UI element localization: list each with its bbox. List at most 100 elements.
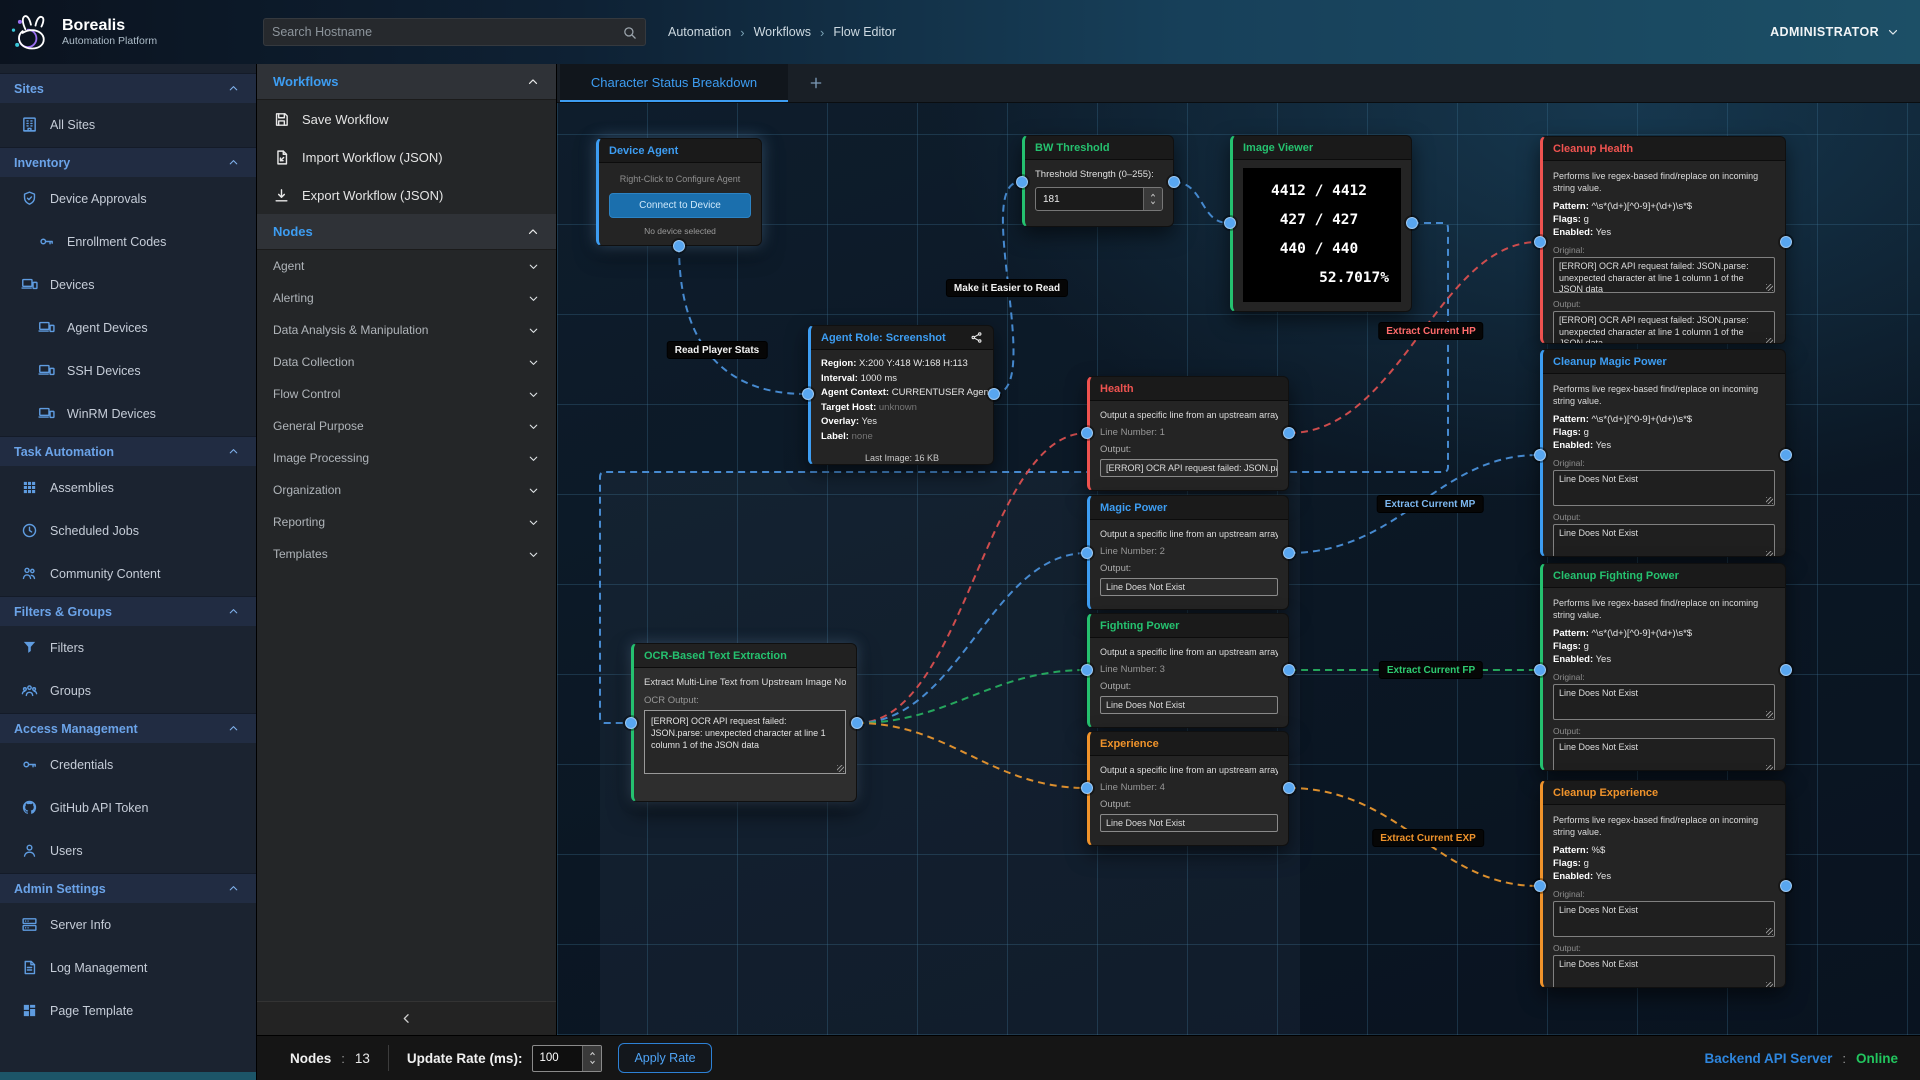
sidebar-item[interactable]: Enrollment Codes (0, 220, 256, 263)
edge-label[interactable]: Extract Current MP (1377, 495, 1484, 513)
sidebar-item[interactable]: Groups (0, 669, 256, 712)
threshold-input[interactable] (1035, 187, 1163, 211)
edge-label[interactable]: Extract Current FP (1379, 661, 1483, 679)
sidebar-item[interactable]: WinRM Devices (0, 392, 256, 435)
output-textarea[interactable]: Line Does Not Exist (1553, 955, 1775, 988)
original-textarea[interactable]: Line Does Not Exist (1553, 901, 1775, 937)
breadcrumb-item[interactable]: Workflows (754, 25, 811, 39)
connection-handle[interactable] (1283, 547, 1295, 559)
panel-action[interactable]: Save Workflow (257, 100, 556, 138)
breadcrumb-item[interactable]: Flow Editor (833, 25, 896, 39)
connection-handle[interactable] (1534, 880, 1546, 892)
edge-label[interactable]: Extract Current EXP (1372, 829, 1484, 847)
connection-handle[interactable] (1283, 782, 1295, 794)
sidebar-section-header[interactable]: Task Automation (0, 436, 256, 466)
number-stepper[interactable] (1143, 188, 1162, 210)
output-field[interactable]: Line Does Not Exist (1100, 696, 1278, 714)
output-textarea[interactable]: [ERROR] OCR API request failed: JSON.par… (1553, 311, 1775, 344)
sidebar-item[interactable]: All Sites (0, 103, 256, 146)
edge-label[interactable]: Make it Easier to Read (946, 279, 1068, 297)
sidebar-item[interactable]: Users (0, 829, 256, 872)
node-category[interactable]: Image Processing (257, 442, 556, 474)
sidebar-item[interactable]: Assemblies (0, 466, 256, 509)
sidebar-item[interactable]: GitHub API Token (0, 786, 256, 829)
user-menu[interactable]: ADMINISTRATOR (1770, 25, 1900, 39)
connection-handle[interactable] (1780, 664, 1792, 676)
sidebar-section-header[interactable]: Filters & Groups (0, 596, 256, 626)
flow-node-cleanup-fighting-power[interactable]: Cleanup Fighting PowerPerforms live rege… (1540, 563, 1786, 771)
sidebar-item[interactable]: Log Management (0, 946, 256, 989)
breadcrumb-item[interactable]: Automation (668, 25, 731, 39)
output-textarea[interactable]: Line Does Not Exist (1553, 524, 1775, 557)
connection-handle[interactable] (1534, 664, 1546, 676)
flow-node-experience[interactable]: ExperienceOutput a specific line from an… (1087, 731, 1289, 846)
flow-canvas[interactable]: Device AgentRight-Click to Configure Age… (557, 103, 1920, 1035)
ocr-output-textarea[interactable]: [ERROR] OCR API request failed: JSON.par… (644, 710, 846, 774)
flow-node-cleanup-magic-power[interactable]: Cleanup Magic PowerPerforms live regex-b… (1540, 349, 1786, 557)
flow-node-health[interactable]: HealthOutput a specific line from an ups… (1087, 376, 1289, 491)
sidebar-item[interactable]: SSH Devices (0, 349, 256, 392)
sidebar-item[interactable]: Agent Devices (0, 306, 256, 349)
connection-handle[interactable] (1534, 236, 1546, 248)
connection-handle[interactable] (1406, 217, 1418, 229)
sidebar-section-header[interactable]: Inventory (0, 147, 256, 177)
update-rate-field[interactable] (533, 1046, 582, 1071)
sidebar-item[interactable]: Page Template (0, 989, 256, 1032)
share-icon[interactable] (970, 331, 983, 344)
sidebar-section-header[interactable]: Sites (0, 73, 256, 103)
hostname-search[interactable] (263, 18, 646, 46)
connection-handle[interactable] (1081, 782, 1093, 794)
collapse-panel-button[interactable] (257, 1001, 556, 1035)
node-category[interactable]: Flow Control (257, 378, 556, 410)
flow-node-device-agent[interactable]: Device AgentRight-Click to Configure Age… (596, 138, 762, 246)
node-category[interactable]: General Purpose (257, 410, 556, 442)
connection-handle[interactable] (1081, 427, 1093, 439)
search-icon[interactable] (622, 25, 637, 40)
connection-handle[interactable] (1283, 664, 1295, 676)
connection-handle[interactable] (1534, 449, 1546, 461)
flow-node-fighting-power[interactable]: Fighting PowerOutput a specific line fro… (1087, 613, 1289, 728)
original-textarea[interactable]: Line Does Not Exist (1553, 684, 1775, 720)
sidebar-section-header[interactable]: Admin Settings (0, 873, 256, 903)
threshold-value-field[interactable] (1036, 188, 1143, 210)
flow-node-image-viewer[interactable]: Image Viewer4412 / 4412427 / 427440 / 44… (1230, 135, 1412, 312)
connection-handle[interactable] (1283, 427, 1295, 439)
flow-node-agent-role-screenshot[interactable]: Agent Role: ScreenshotRegion: X:200 Y:41… (808, 325, 994, 465)
sidebar-section-header[interactable]: Access Management (0, 713, 256, 743)
flow-node-magic-power[interactable]: Magic PowerOutput a specific line from a… (1087, 495, 1289, 610)
connection-handle[interactable] (802, 388, 814, 400)
update-rate-input[interactable] (532, 1045, 602, 1072)
node-category[interactable]: Organization (257, 474, 556, 506)
flow-node-cleanup-health[interactable]: Cleanup HealthPerforms live regex-based … (1540, 136, 1786, 344)
node-category[interactable]: Data Collection (257, 346, 556, 378)
connection-handle[interactable] (1780, 880, 1792, 892)
edge-label[interactable]: Read Player Stats (667, 341, 768, 359)
output-field[interactable]: [ERROR] OCR API request failed: JSON.par… (1100, 459, 1278, 477)
flow-node-cleanup-experience[interactable]: Cleanup ExperiencePerforms live regex-ba… (1540, 780, 1786, 988)
connect-to-device-button[interactable]: Connect to Device (609, 193, 751, 218)
connection-handle[interactable] (1168, 176, 1180, 188)
connection-handle[interactable] (1081, 664, 1093, 676)
panel-action[interactable]: Import Workflow (JSON) (257, 138, 556, 176)
node-category[interactable]: Data Analysis & Manipulation (257, 314, 556, 346)
apply-rate-button[interactable]: Apply Rate (618, 1043, 711, 1073)
sidebar-item[interactable]: Filters (0, 626, 256, 669)
connection-handle[interactable] (1016, 176, 1028, 188)
node-category[interactable]: Alerting (257, 282, 556, 314)
sidebar-item[interactable]: Community Content (0, 552, 256, 595)
connection-handle[interactable] (1224, 217, 1236, 229)
connection-handle[interactable] (625, 717, 637, 729)
flow-node-ocr-text-extraction[interactable]: OCR-Based Text ExtractionExtract Multi-L… (631, 643, 857, 802)
search-input[interactable] (272, 25, 622, 39)
sidebar-item[interactable]: Server Info (0, 903, 256, 946)
add-tab-button[interactable] (788, 64, 844, 102)
sidebar-item[interactable]: Credentials (0, 743, 256, 786)
tab-character-status-breakdown[interactable]: Character Status Breakdown (560, 64, 788, 102)
panel-action[interactable]: Export Workflow (JSON) (257, 176, 556, 214)
sidebar-scrollbar[interactable] (0, 1072, 256, 1080)
connection-handle[interactable] (1081, 547, 1093, 559)
output-textarea[interactable]: Line Does Not Exist (1553, 738, 1775, 771)
flow-node-bw-threshold[interactable]: BW ThresholdThreshold Strength (0–255): (1022, 135, 1174, 227)
nodes-section-header[interactable]: Nodes (257, 214, 556, 250)
connection-handle[interactable] (673, 240, 685, 252)
